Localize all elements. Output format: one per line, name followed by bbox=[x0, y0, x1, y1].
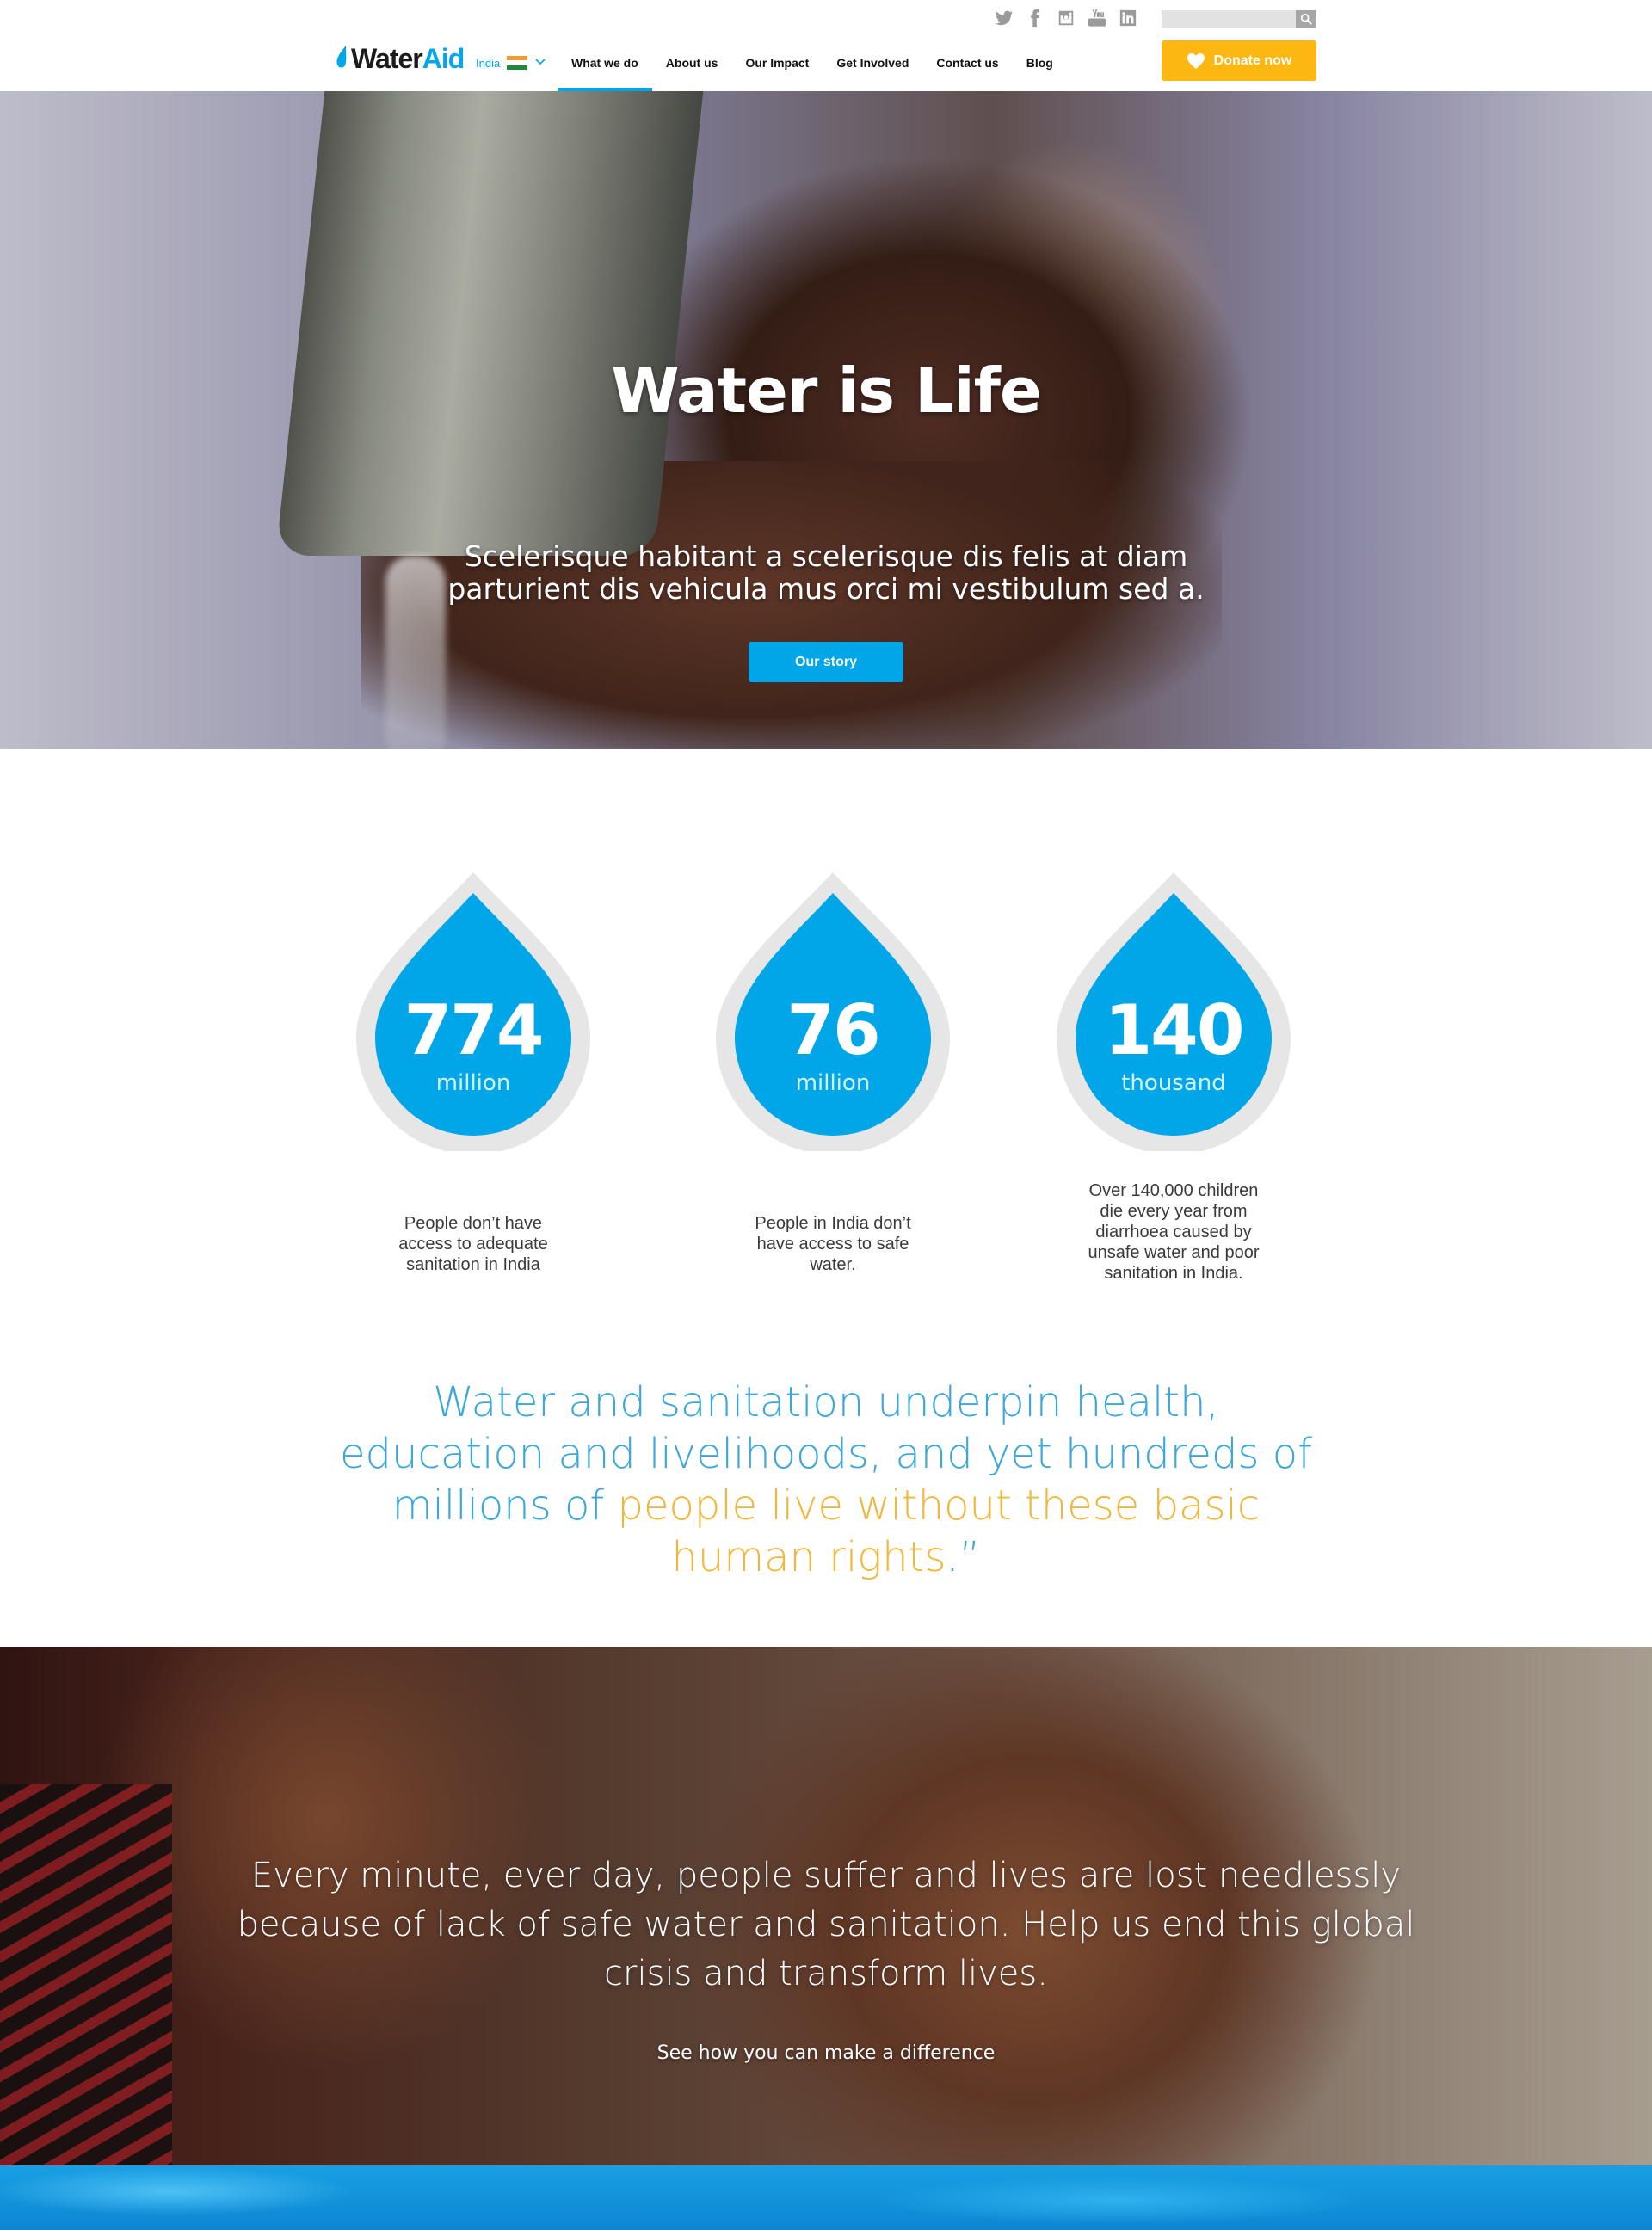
nav-our-impact[interactable]: Our Impact bbox=[731, 45, 823, 91]
nav-what-we-do[interactable]: What we do bbox=[558, 45, 652, 91]
stat-children: 140 thousand Over 140,000 children die e… bbox=[1053, 867, 1294, 1283]
stat-unit: million bbox=[435, 1070, 511, 1096]
stat-drop: 76 million bbox=[712, 867, 953, 1151]
main-nav: What we do About us Our Impact Get Invol… bbox=[558, 45, 1067, 91]
banner-text: Every minute, ever day, people suffer an… bbox=[237, 1856, 1415, 1993]
wateraid-logo[interactable]: WaterAid bbox=[334, 43, 465, 75]
stat-drop: 140 thousand bbox=[1053, 867, 1294, 1151]
hero-subtitle: Scelerisque habitant a scelerisque dis f… bbox=[447, 539, 1205, 606]
nav-blog[interactable]: Blog bbox=[1013, 45, 1067, 91]
call-to-action-banner: Every minute, ever day, people suffer an… bbox=[0, 1647, 1652, 2165]
chevron-down-icon bbox=[534, 55, 546, 71]
nav-contact-us[interactable]: Contact us bbox=[922, 45, 1012, 91]
logo-word-water: Water bbox=[351, 43, 423, 74]
stat-description: Over 140,000 children die every year fro… bbox=[1088, 1181, 1260, 1283]
twitter-icon[interactable] bbox=[995, 9, 1014, 28]
water-drop-logo-icon bbox=[334, 44, 351, 74]
hero-section: Water is Life Scelerisque habitant a sce… bbox=[0, 91, 1652, 749]
search-input[interactable] bbox=[1162, 10, 1296, 28]
donate-label: Donate now bbox=[1213, 52, 1292, 68]
our-story-button[interactable]: Our story bbox=[749, 642, 903, 682]
india-flag-icon bbox=[507, 56, 528, 70]
search-icon bbox=[1300, 13, 1312, 25]
social-links bbox=[995, 9, 1137, 28]
mission-quote: Water and sanitation underpin health, ed… bbox=[327, 1377, 1325, 1583]
stat-sanitation: 774 million People don’t have access to … bbox=[353, 867, 594, 1274]
nav-get-involved[interactable]: Get Involved bbox=[823, 45, 922, 91]
linkedin-icon[interactable] bbox=[1119, 9, 1137, 28]
stat-unit: million bbox=[795, 1070, 871, 1096]
instagram-icon[interactable] bbox=[1057, 9, 1076, 28]
quote-closing: .” bbox=[946, 1533, 981, 1581]
youtube-icon[interactable] bbox=[1088, 9, 1106, 28]
heart-icon bbox=[1187, 52, 1205, 69]
stat-unit: thousand bbox=[1121, 1070, 1226, 1096]
site-header: WaterAid India What we do About us Our I… bbox=[0, 0, 1652, 91]
stat-value: 774 bbox=[404, 990, 545, 1070]
stat-safe-water: 76 million People in India don’t have ac… bbox=[712, 867, 953, 1274]
country-selector[interactable]: India bbox=[476, 55, 546, 71]
search-box bbox=[1162, 10, 1316, 28]
stat-value: 76 bbox=[786, 990, 880, 1070]
country-name: India bbox=[476, 56, 501, 70]
make-a-difference-link[interactable]: See how you can make a difference bbox=[0, 2042, 1652, 2064]
search-button[interactable] bbox=[1296, 10, 1316, 28]
logo-word-aid: Aid bbox=[422, 43, 465, 74]
stat-drop: 774 million bbox=[353, 867, 594, 1151]
stat-value: 140 bbox=[1104, 990, 1245, 1070]
facebook-icon[interactable] bbox=[1026, 9, 1045, 28]
logo-wordmark: WaterAid bbox=[351, 43, 465, 75]
stat-description: People in India don’t have access to saf… bbox=[755, 1214, 911, 1274]
water-footer-image bbox=[0, 2165, 1652, 2230]
nav-about-us[interactable]: About us bbox=[652, 45, 732, 91]
hero-title: Water is Life bbox=[611, 354, 1042, 427]
donate-button[interactable]: Donate now bbox=[1162, 40, 1316, 81]
stat-description: People don’t have access to adequate san… bbox=[398, 1214, 548, 1274]
quote-highlight: people live without these basic human ri… bbox=[617, 1482, 1261, 1581]
